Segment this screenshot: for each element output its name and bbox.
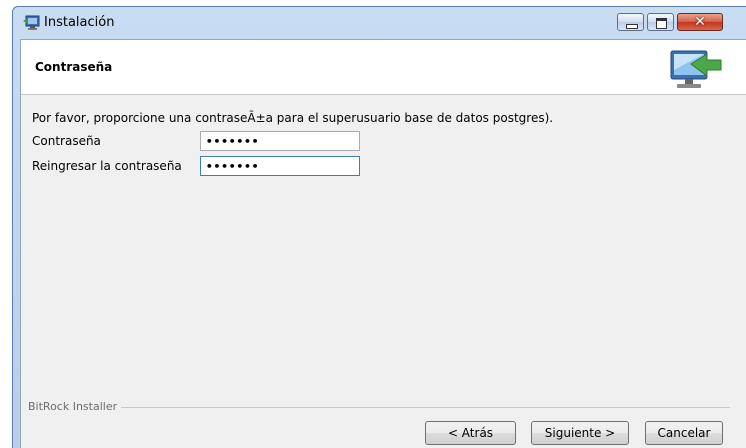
installer-window: Instalación ✕ Contraseña Por favor, prop… [12, 6, 746, 448]
close-button[interactable]: ✕ [677, 13, 723, 31]
minimize-button[interactable] [617, 13, 644, 31]
password-label: Contraseña [32, 134, 101, 148]
page-header: Contraseña [21, 40, 746, 95]
close-icon: ✕ [694, 14, 706, 30]
page-title: Contraseña [35, 60, 113, 74]
footer-divider [121, 407, 730, 408]
monitor-arrow-icon [670, 50, 722, 88]
maximize-icon [656, 18, 667, 29]
installer-brand: BitRock Installer [28, 400, 118, 413]
password-prompt: Por favor, proporcione una contraseÃ±a p… [32, 111, 554, 125]
cancel-button[interactable]: Cancelar [645, 421, 723, 445]
installer-icon [23, 15, 40, 30]
confirm-password-input[interactable] [200, 156, 360, 176]
title-bar[interactable]: Instalación ✕ [13, 7, 746, 39]
maximize-button[interactable] [647, 13, 674, 31]
next-button[interactable]: Siguiente > [531, 421, 629, 445]
dialog-body: Contraseña Por favor, proporcione una co… [20, 39, 746, 448]
window-title: Instalación [44, 15, 115, 30]
minimize-icon [626, 24, 638, 29]
back-button[interactable]: < Atrás [425, 421, 516, 445]
confirm-password-label: Reingresar la contraseña [32, 159, 182, 173]
password-input[interactable] [200, 131, 360, 151]
